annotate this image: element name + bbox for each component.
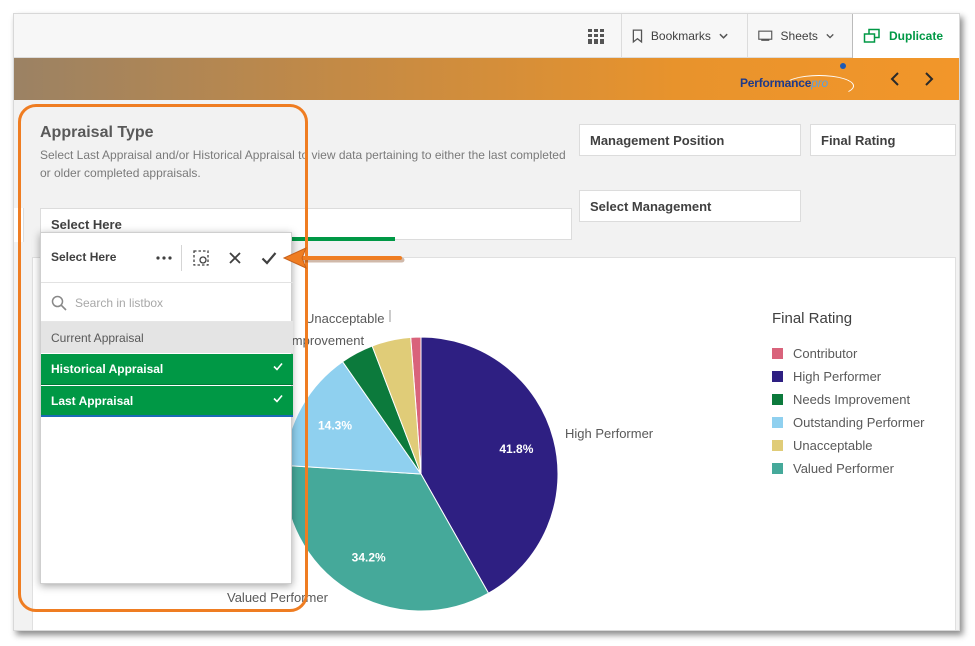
legend-item[interactable]: Unacceptable — [772, 434, 925, 457]
bookmarks-button[interactable]: Bookmarks — [621, 14, 746, 58]
legend-item[interactable]: Outstanding Performer — [772, 411, 925, 434]
legend-item[interactable]: Contributor — [772, 342, 925, 365]
legend-title: Final Rating — [772, 310, 853, 327]
sheets-button[interactable]: Sheets — [747, 14, 852, 58]
chevron-right-icon — [925, 72, 934, 86]
legend-swatch — [772, 394, 783, 405]
legend-label: Unacceptable — [793, 438, 873, 453]
annotation-arrow — [282, 247, 405, 269]
annotation-highlight-box — [18, 104, 308, 612]
unacceptable-outer-label: Unacceptable — [305, 311, 385, 326]
legend-swatch — [772, 417, 783, 428]
final-rating-label: Final Rating — [821, 133, 896, 148]
duplicate-icon — [863, 28, 880, 43]
legend-swatch — [772, 463, 783, 474]
logo-suffix-text: pro — [811, 76, 828, 90]
grid-icon — [588, 29, 604, 44]
duplicate-label: Duplicate — [889, 29, 944, 43]
pie-data-label: 34.2% — [352, 551, 386, 565]
legend-item[interactable]: Valued Performer — [772, 457, 925, 480]
final-rating-filter[interactable]: Final Rating — [810, 124, 956, 156]
pie-data-label: 14.3% — [318, 419, 352, 433]
top-toolbar: Bookmarks Sheets Duplicate — [14, 14, 959, 58]
legend-swatch — [772, 440, 783, 451]
management-position-filter[interactable]: Management Position — [579, 124, 801, 156]
management-position-label: Management Position — [590, 133, 725, 148]
high-performer-outer-label: High Performer — [565, 426, 654, 441]
legend-swatch — [772, 371, 783, 382]
chevron-down-icon — [719, 33, 728, 39]
legend-label: Valued Performer — [793, 461, 894, 476]
duplicate-button[interactable]: Duplicate — [852, 14, 959, 58]
legend-label: Outstanding Performer — [793, 415, 925, 430]
chevron-down-icon — [826, 33, 834, 39]
legend-item[interactable]: Needs Improvement — [772, 388, 925, 411]
header-banner: Performancepro — [14, 58, 959, 100]
bookmarks-label: Bookmarks — [650, 29, 711, 43]
legend-swatch — [772, 348, 783, 359]
bookmark-icon — [632, 29, 643, 44]
legend-label: Needs Improvement — [793, 392, 911, 407]
chart-legend: Contributor High Performer Needs Improve… — [772, 342, 925, 480]
legend-item[interactable]: High Performer — [772, 365, 925, 388]
next-sheet-button[interactable] — [918, 68, 940, 90]
legend-label: High Performer — [793, 369, 882, 384]
legend-label: Contributor — [793, 346, 858, 361]
sheet-icon — [758, 30, 773, 41]
previous-sheet-button[interactable] — [884, 68, 906, 90]
select-management-filter[interactable]: Select Management — [579, 190, 801, 222]
select-management-label: Select Management — [590, 199, 712, 214]
logo-main-text: Performance — [740, 76, 812, 90]
logo-dot — [840, 63, 846, 69]
assets-grid-button[interactable] — [580, 14, 620, 58]
sheets-label: Sheets — [780, 29, 818, 43]
pie-data-label: 41.8% — [499, 442, 533, 456]
chevron-left-icon — [890, 72, 899, 86]
performancepro-logo: Performancepro — [740, 76, 828, 90]
